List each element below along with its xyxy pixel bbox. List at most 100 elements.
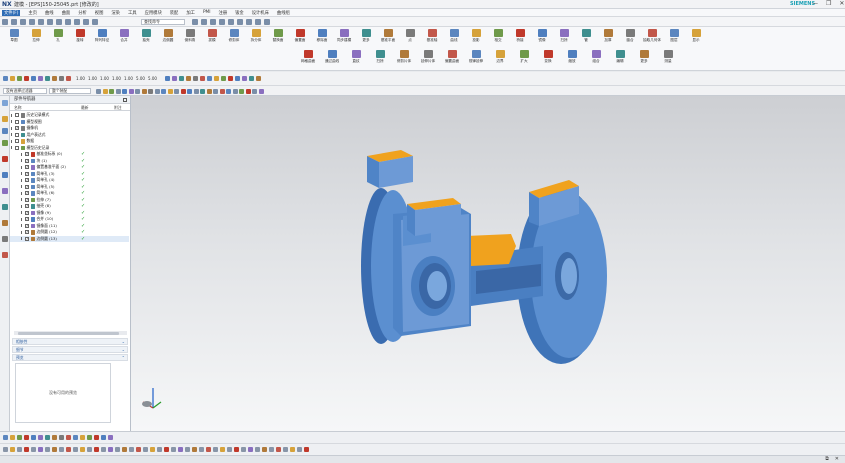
selection-tool-icon[interactable]	[122, 88, 127, 94]
ribbon-button[interactable]: 点	[398, 29, 422, 49]
ribbon-button[interactable]: 图层	[662, 29, 686, 49]
display-icon[interactable]	[210, 19, 216, 25]
tool-icon[interactable]	[186, 76, 191, 81]
visibility-checkbox[interactable]: ✓	[25, 165, 29, 170]
ribbon-button[interactable]: 合并	[112, 29, 136, 49]
expand-toggle-icon[interactable]	[11, 139, 14, 143]
selection-icon[interactable]	[264, 19, 270, 25]
bottom-tool-icon[interactable]	[101, 435, 106, 440]
ribbon-button[interactable]: 基准平面	[376, 29, 400, 49]
selection-tool-icon[interactable]	[102, 88, 108, 94]
expand-toggle-icon[interactable]	[21, 204, 24, 208]
selection-tool-icon[interactable]	[135, 88, 140, 94]
view-icon[interactable]	[201, 19, 207, 25]
visibility-checkbox[interactable]	[15, 132, 19, 137]
expand-toggle-icon[interactable]	[21, 165, 24, 169]
window-icon[interactable]	[92, 19, 98, 25]
tolerance-value[interactable]: 5.00	[136, 76, 145, 81]
expand-toggle-icon[interactable]	[11, 126, 14, 130]
analysis-icon[interactable]	[246, 19, 252, 25]
sketch-tool-icon[interactable]	[262, 447, 267, 452]
visibility-checkbox[interactable]: ✓	[15, 126, 19, 131]
menu-sheetmetal[interactable]: 钣金	[235, 10, 244, 16]
ribbon-button[interactable]: 投影	[464, 29, 488, 49]
menu-home[interactable]: 主页	[28, 10, 37, 16]
tolerance-value[interactable]: 1.00	[76, 76, 85, 81]
column-note[interactable]: 附注	[114, 105, 122, 111]
expand-toggle-icon[interactable]	[21, 237, 24, 240]
tool-icon[interactable]	[179, 76, 184, 81]
model-view[interactable]	[131, 96, 845, 431]
ribbon-button[interactable]: 同步建模	[332, 29, 356, 49]
ribbon-button[interactable]: 偏置曲面	[440, 50, 464, 70]
layout-icon[interactable]	[192, 19, 198, 25]
undo-icon[interactable]	[65, 19, 71, 25]
ribbon-button[interactable]: 基准轴	[420, 29, 444, 49]
menu-surface[interactable]: 曲面	[62, 10, 71, 16]
selection-tool-icon[interactable]	[96, 88, 101, 94]
ribbon-button[interactable]: 修剪片体	[392, 50, 416, 70]
selection-tool-icon[interactable]	[206, 88, 212, 94]
expand-toggle-icon[interactable]	[21, 172, 24, 175]
snap-icon[interactable]	[228, 19, 234, 25]
sketch-tool-icon[interactable]	[297, 447, 302, 452]
sketch-tool-icon[interactable]	[31, 447, 36, 452]
paste-icon[interactable]	[47, 19, 53, 25]
selection-tool-icon[interactable]	[154, 88, 160, 94]
sketch-tool-icon[interactable]	[290, 447, 295, 452]
menu-analysis[interactable]: 分析	[78, 10, 87, 16]
selection-scope-select[interactable]: 整个装配	[49, 88, 91, 94]
sketch-tool-icon[interactable]	[94, 447, 99, 452]
sketch-tool-icon[interactable]	[87, 447, 92, 452]
ribbon-button[interactable]: 规律延伸	[464, 50, 488, 70]
roles-icon[interactable]	[2, 236, 8, 242]
copy-icon[interactable]	[38, 19, 44, 25]
sketch-tool-icon[interactable]	[234, 447, 239, 452]
selection-tool-icon[interactable]	[219, 88, 225, 94]
system-scenes-icon[interactable]	[2, 252, 8, 258]
ribbon-button[interactable]: 扫掠	[552, 29, 576, 49]
part-navigator-icon[interactable]	[2, 140, 8, 146]
menu-assembly[interactable]: 装配	[170, 10, 179, 16]
status-close-icon[interactable]: ✕	[835, 456, 839, 462]
selection-tool-icon[interactable]	[180, 88, 186, 94]
delete-icon[interactable]	[56, 19, 62, 25]
expand-toggle-icon[interactable]	[11, 146, 14, 149]
constraint-navigator-icon[interactable]	[2, 128, 8, 134]
history-icon[interactable]	[2, 188, 8, 194]
expand-toggle-icon[interactable]	[21, 152, 24, 156]
selection-filter-select[interactable]: 没有选择过滤器	[3, 88, 47, 94]
save-icon[interactable]	[20, 19, 26, 25]
bottom-tool-icon[interactable]	[45, 435, 50, 440]
sketch-tool-icon[interactable]	[248, 447, 253, 452]
menu-application[interactable]: 应用模块	[145, 10, 162, 16]
tolerance-value[interactable]: 1.00	[112, 76, 121, 81]
selection-tool-icon[interactable]	[232, 88, 238, 94]
menu-manufacturing[interactable]: 加工	[186, 10, 195, 16]
visibility-checkbox[interactable]: ✓	[25, 210, 29, 215]
ribbon-button[interactable]: 曲线	[442, 29, 466, 49]
ribbon-button[interactable]: 组合	[584, 50, 608, 70]
menu-curve[interactable]: 曲线	[45, 10, 54, 16]
measure-icon[interactable]	[237, 19, 243, 25]
ribbon-button[interactable]: 编辑	[608, 50, 632, 70]
ribbon-button[interactable]: 延伸片体	[416, 50, 440, 70]
ribbon-button[interactable]: 直纹	[344, 50, 368, 70]
inner-block[interactable]	[466, 234, 516, 266]
ribbon-button[interactable]: 替换面	[266, 29, 290, 49]
tool-icon[interactable]	[3, 76, 8, 81]
selection-tool-icon[interactable]	[200, 88, 205, 94]
ribbon-button[interactable]: 草图	[2, 29, 26, 49]
sketch-tool-icon[interactable]	[66, 447, 71, 452]
tool-icon[interactable]	[17, 76, 22, 81]
ribbon-button[interactable]: 网格曲面	[296, 50, 320, 70]
tolerance-value[interactable]: 5.00	[148, 76, 157, 81]
expand-toggle-icon[interactable]	[11, 120, 14, 123]
sketch-tool-icon[interactable]	[24, 447, 29, 452]
assembly-navigator-icon[interactable]	[2, 116, 8, 122]
selection-tool-icon[interactable]	[148, 88, 153, 94]
maximize-icon[interactable]	[123, 98, 127, 102]
repeat-icon[interactable]	[83, 19, 89, 25]
selection-tool-icon[interactable]	[187, 88, 192, 94]
visibility-checkbox[interactable]: ✓	[25, 158, 29, 163]
